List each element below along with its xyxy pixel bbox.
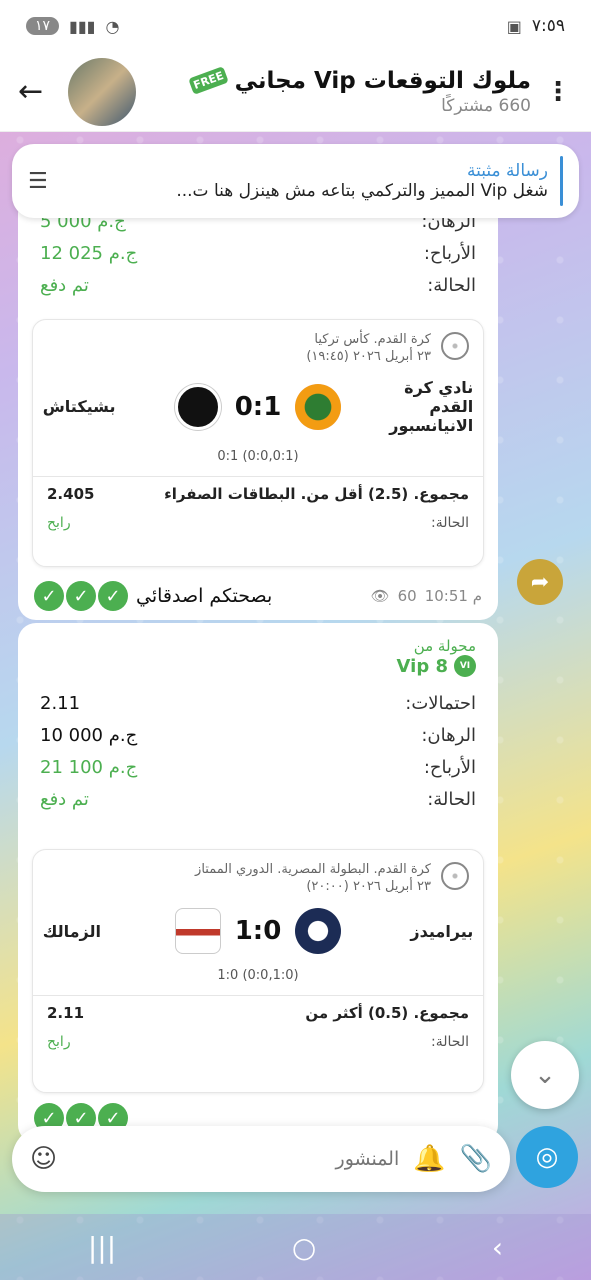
pinned-body: شغل Vip المميز والتركمي بتاعه مش هينزل ه… <box>176 181 548 201</box>
info-row: احتمالات: 2.11 <box>40 692 476 714</box>
pin-list-icon[interactable]: ☰ <box>28 169 48 194</box>
clock: ٧:٥٩ <box>531 16 565 36</box>
check-icon: ✓ <box>66 581 96 611</box>
pinned-title: رسالة مثبتة <box>467 161 548 181</box>
view-count: 60 <box>397 587 417 605</box>
check-icon: ✓ <box>98 581 128 611</box>
info-row: الحالة: تم دفع <box>40 788 476 810</box>
match-card[interactable]: كرة القدم. البطولة المصرية. الدوري الممت… <box>32 849 484 1093</box>
info-row: الحالة: تم دفع <box>40 274 476 296</box>
info-row: الرهان: 10 000 ج.م <box>40 724 476 746</box>
bet-odd: 2.11 <box>47 1004 85 1022</box>
away-team: بشيكتاش <box>42 397 116 416</box>
info-row: الأرباح: 12 025 ج.م <box>40 242 476 264</box>
recent-apps-icon[interactable]: ||| <box>88 1231 116 1264</box>
away-team-logo-icon <box>174 383 221 430</box>
bet-odd: 2.405 <box>47 485 95 503</box>
chat-header: ← ملوك التوقعات Vip مجاني FREE 660 مشتركً… <box>0 52 591 132</box>
football-icon <box>441 862 469 890</box>
camera-icon: ◎ <box>535 1142 559 1172</box>
football-icon <box>441 332 469 360</box>
channel-title-block[interactable]: ملوك التوقعات Vip مجاني FREE 660 مشتركًا <box>136 66 543 116</box>
channel-avatar[interactable] <box>68 57 136 126</box>
match-score: 0:1 <box>234 391 282 422</box>
half-scores: 0:1 (0:0,0:1) <box>217 449 299 464</box>
forwarded-source[interactable]: VI Vip 8 <box>40 655 476 677</box>
subscriber-count: 660 مشتركًا <box>441 95 531 116</box>
league-name: كرة القدم. البطولة المصرية. الدوري الممت… <box>195 862 431 877</box>
home-team: بيراميدز <box>410 921 474 941</box>
signal-icon: ▮▮▮ <box>69 16 96 36</box>
away-team: الزمالك <box>42 921 101 941</box>
share-icon[interactable]: ➦ <box>517 559 563 605</box>
bet-description: مجموع. (2.5) أقل من. البطاقات الصفراء <box>164 485 469 503</box>
message-caption: بصحتكم اصدقائي <box>136 585 273 607</box>
check-icon: ✓ <box>34 581 64 611</box>
free-badge-icon: FREE <box>187 66 229 95</box>
pinned-indicator <box>560 156 563 206</box>
wifi-icon: ◔ <box>105 16 120 36</box>
match-card[interactable]: كرة القدم. كأس تركيا ٢٣ أبريل ٢٠٢٦ (١٩:٤… <box>32 319 484 567</box>
sticker-icon[interactable]: ☺ <box>30 1144 57 1174</box>
notification-count: ١٧ <box>26 17 60 35</box>
bet-status-label: الحالة: <box>431 515 469 531</box>
message-input-bar: ☺ 🔔 📎 <box>12 1126 510 1192</box>
eye-icon: 👁 <box>370 587 390 605</box>
message-bubble: محولة من VI Vip 8 احتمالات: 2.11 الرهان: 10… <box>18 623 498 1143</box>
vip-avatar-icon: VI <box>454 655 476 677</box>
bet-status-value: رابح <box>47 1034 71 1050</box>
bet-status-label: الحالة: <box>431 1034 469 1050</box>
forwarded-label: محولة من <box>413 637 476 655</box>
channel-title: ملوك التوقعات Vip مجاني <box>234 67 531 94</box>
pinned-message[interactable]: رسالة مثبتة شغل Vip المميز والتركمي بتاع… <box>12 144 579 218</box>
away-team-logo-icon <box>174 908 221 954</box>
system-nav-bar: ||| ○ ‹ <box>0 1214 591 1280</box>
screenshot-icon: ▣ <box>506 16 522 36</box>
home-icon[interactable]: ○ <box>292 1231 316 1264</box>
camera-button[interactable]: ◎ <box>516 1126 578 1188</box>
home-team-logo-icon <box>295 908 342 954</box>
message-time: 10:51 م <box>424 587 482 605</box>
match-date: ٢٣ أبريل ٢٠٢٦ (٢٠:٠٠) <box>306 879 431 894</box>
attach-icon[interactable]: 📎 <box>460 1144 492 1174</box>
check-emojis: ✓ ✓ ✓ <box>34 581 128 611</box>
message-footer: ✓ ✓ ✓ بصحتكم اصدقائي 👁 60 10:51 م <box>18 581 498 611</box>
match-score: 1:0 <box>234 916 282 946</box>
back-arrow-icon[interactable]: ← <box>18 74 64 109</box>
bet-description: مجموع. (0.5) أكثر من <box>305 1004 469 1022</box>
league-name: كرة القدم. كأس تركيا <box>314 332 431 347</box>
home-team-logo-icon <box>295 383 342 430</box>
message-bubble: الرهان: 5 000 ج.م الأرباح: 12 025 ج.م الحا… <box>18 195 498 620</box>
back-nav-icon[interactable]: ‹ <box>492 1231 503 1264</box>
match-date: ٢٣ أبريل ٢٠٢٦ (١٩:٤٥) <box>306 349 431 364</box>
info-row: الأرباح: 21 100 ج.م <box>40 756 476 778</box>
half-scores: 1:0 (0:0,1:0) <box>217 968 299 983</box>
scroll-down-button[interactable]: ⌄ <box>511 1041 579 1109</box>
more-menu-icon[interactable]: ⋮ <box>543 77 573 107</box>
bet-status-value: رابح <box>47 515 71 531</box>
home-team: نادي كرة القدم الانيانسبور <box>389 378 474 435</box>
status-bar: ١٧ ▮▮▮ ◔ ▣ ٧:٥٩ <box>0 0 591 52</box>
bell-icon[interactable]: 🔔 <box>413 1144 445 1174</box>
message-input[interactable] <box>71 1148 400 1170</box>
